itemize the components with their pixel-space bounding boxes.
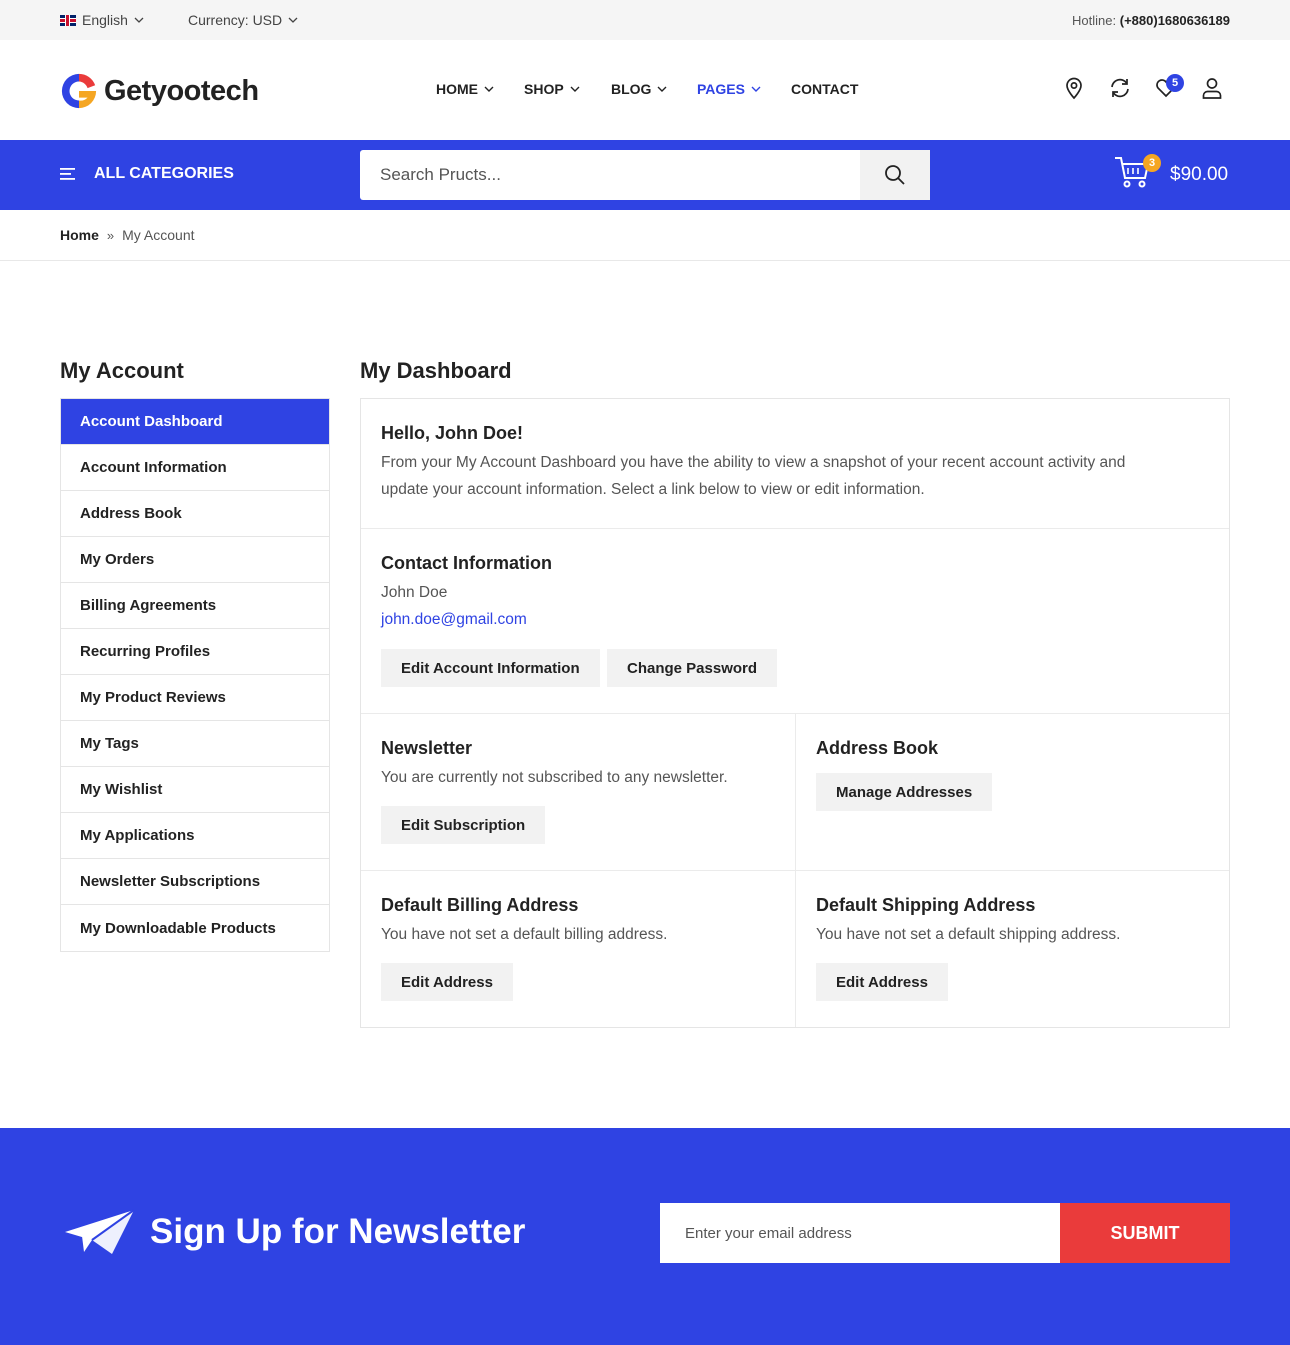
newsletter-title: Sign Up for Newsletter [150, 1212, 526, 1251]
chevron-down-icon [751, 86, 761, 92]
sidebar-item-recurring-profiles[interactable]: Recurring Profiles [61, 629, 329, 675]
dashboard-panel: Hello, John Doe! From your My Account Da… [360, 398, 1230, 1028]
breadcrumb: Home » My Account [60, 227, 195, 243]
paper-plane-icon [65, 1209, 135, 1254]
breadcrumb-divider [0, 260, 1290, 261]
hotline-label: Hotline: [1072, 13, 1117, 28]
sidebar-item-downloadable-products[interactable]: My Downloadable Products [61, 905, 329, 951]
nav-label: BLOG [611, 81, 652, 97]
breadcrumb-current: My Account [122, 227, 195, 243]
cart-button[interactable]: 3 [1113, 152, 1161, 192]
nav-pages[interactable]: PAGES [697, 81, 761, 97]
cart-count-badge: 3 [1143, 154, 1161, 172]
all-categories-label: ALL CATEGORIES [94, 165, 234, 182]
cart-total: $90.00 [1170, 164, 1229, 185]
sidebar-title: My Account [60, 358, 184, 383]
sidebar-item-my-applications[interactable]: My Applications [61, 813, 329, 859]
nav-home[interactable]: HOME [436, 81, 494, 97]
user-icon[interactable] [1200, 76, 1224, 100]
menu-icon [60, 168, 75, 180]
intro-line-2: update your account information. Select … [381, 481, 925, 498]
greeting-heading: Hello, John Doe! [381, 423, 524, 443]
shipping-address-status: You have not set a default shipping addr… [816, 926, 1121, 943]
hotline-number: (+880)1680636189 [1119, 13, 1230, 28]
search-box [360, 150, 930, 200]
language-selector[interactable]: English [60, 12, 144, 28]
sidebar-item-my-wishlist[interactable]: My Wishlist [61, 767, 329, 813]
edit-subscription-button[interactable]: Edit Subscription [381, 806, 546, 844]
sidebar-item-product-reviews[interactable]: My Product Reviews [61, 675, 329, 721]
hotline: Hotline: (+880)1680636189 [1072, 13, 1230, 28]
logo-icon [61, 73, 97, 109]
sidebar-item-billing-agreements[interactable]: Billing Agreements [61, 583, 329, 629]
shipping-address-heading: Default Shipping Address [816, 895, 1036, 915]
sidebar-item-account-information[interactable]: Account Information [61, 445, 329, 491]
change-password-button[interactable]: Change Password [607, 649, 778, 687]
sidebar-item-my-orders[interactable]: My Orders [61, 537, 329, 583]
nav-contact[interactable]: CONTACT [791, 81, 858, 97]
search-input[interactable] [360, 150, 860, 200]
search-button[interactable] [860, 150, 930, 200]
newsletter-status: You are currently not subscribed to any … [381, 769, 728, 786]
nav-label: CONTACT [791, 81, 859, 97]
newsletter-heading: Newsletter [381, 738, 473, 758]
chevron-down-icon [484, 86, 494, 92]
chevron-down-icon [570, 86, 580, 92]
contact-name: John Doe [381, 584, 448, 601]
edit-shipping-address-button[interactable]: Edit Address [816, 963, 948, 1001]
breadcrumb-separator-icon: » [106, 227, 115, 243]
top-bar: English Currency: USD Hotline: (+880)168… [0, 0, 1290, 40]
nav-label: PAGES [697, 81, 745, 97]
compare-refresh-icon[interactable] [1108, 76, 1132, 100]
chevron-down-icon [288, 17, 298, 23]
search-icon [885, 165, 905, 185]
nav-blog[interactable]: BLOG [611, 81, 667, 97]
billing-address-heading: Default Billing Address [381, 895, 579, 915]
breadcrumb-home-link[interactable]: Home [60, 227, 99, 243]
dashboard-title: My Dashboard [360, 358, 512, 383]
wishlist-button[interactable]: 5 [1154, 74, 1184, 100]
manage-addresses-button[interactable]: Manage Addresses [816, 773, 993, 811]
sidebar-item-address-book[interactable]: Address Book [61, 491, 329, 537]
location-pin-icon[interactable] [1062, 76, 1086, 100]
address-book-heading: Address Book [816, 738, 939, 758]
edit-billing-address-button[interactable]: Edit Address [381, 963, 513, 1001]
contact-information-heading: Contact Information [381, 553, 552, 573]
nav-label: HOME [436, 81, 478, 97]
section-divider [361, 870, 1229, 871]
nav-label: SHOP [524, 81, 564, 97]
all-categories-button[interactable]: ALL CATEGORIES [60, 165, 234, 183]
dashboard-intro: From your My Account Dashboard you have … [381, 449, 1211, 503]
intro-line-1: From your My Account Dashboard you have … [381, 454, 1126, 471]
nav-shop[interactable]: SHOP [524, 81, 580, 97]
sidebar-item-account-dashboard[interactable]: Account Dashboard [61, 399, 329, 445]
newsletter-email-input[interactable] [660, 1203, 1060, 1263]
uk-flag-icon [60, 14, 76, 26]
language-label: English [82, 12, 128, 28]
chevron-down-icon [657, 86, 667, 92]
account-sidebar: Account Dashboard Account Information Ad… [60, 398, 330, 952]
section-divider [361, 528, 1229, 529]
billing-address-status: You have not set a default billing addre… [381, 926, 668, 943]
sidebar-item-newsletter-subscriptions[interactable]: Newsletter Subscriptions [61, 859, 329, 905]
currency-label: Currency: USD [188, 12, 283, 28]
newsletter-submit-button[interactable]: SUBMIT [1060, 1203, 1230, 1263]
chevron-down-icon [134, 17, 144, 23]
edit-account-information-button[interactable]: Edit Account Information [381, 649, 600, 687]
wishlist-count-badge: 5 [1166, 74, 1184, 92]
logo-text: Getyootech [104, 74, 259, 107]
currency-selector[interactable]: Currency: USD [188, 12, 298, 28]
site-logo[interactable]: Getyootech [60, 72, 259, 110]
contact-email-link[interactable]: john.doe@gmail.com [381, 611, 527, 629]
sidebar-item-my-tags[interactable]: My Tags [61, 721, 329, 767]
